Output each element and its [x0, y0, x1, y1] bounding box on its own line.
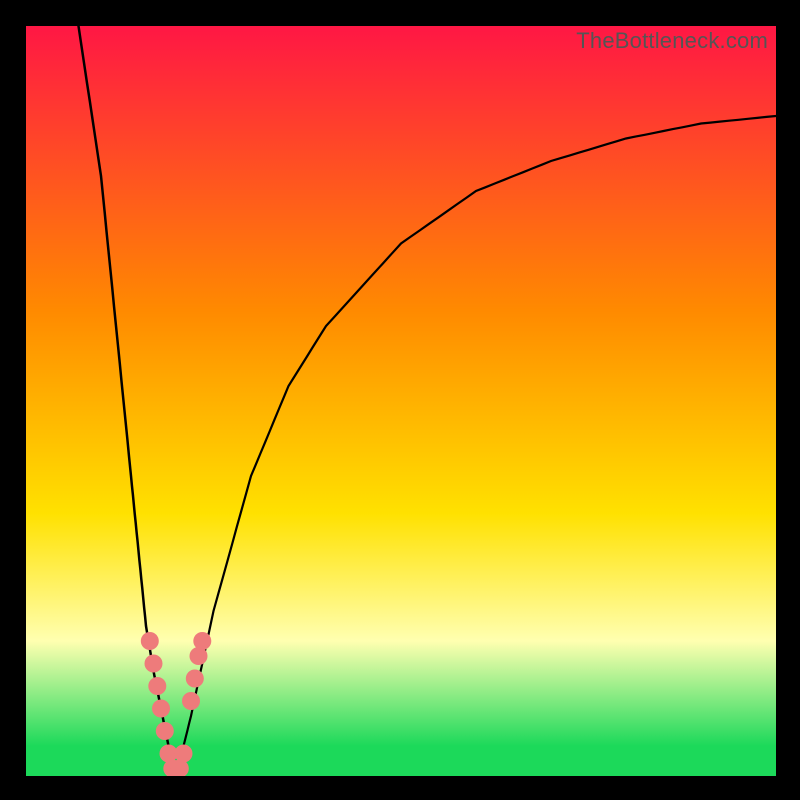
marker-dot [141, 632, 159, 650]
marker-dot [182, 692, 200, 710]
curve-right-branch [176, 116, 776, 776]
marker-dot [152, 700, 170, 718]
marker-dot [175, 745, 193, 763]
marker-dot [156, 722, 174, 740]
chart-frame: TheBottleneck.com [0, 0, 800, 800]
bottleneck-curve [26, 26, 776, 776]
marker-dot [193, 632, 211, 650]
marker-dot [148, 677, 166, 695]
marker-dot [186, 670, 204, 688]
plot-area: TheBottleneck.com [26, 26, 776, 776]
marker-dot [145, 655, 163, 673]
marker-dot [190, 647, 208, 665]
watermark-text: TheBottleneck.com [576, 28, 768, 54]
